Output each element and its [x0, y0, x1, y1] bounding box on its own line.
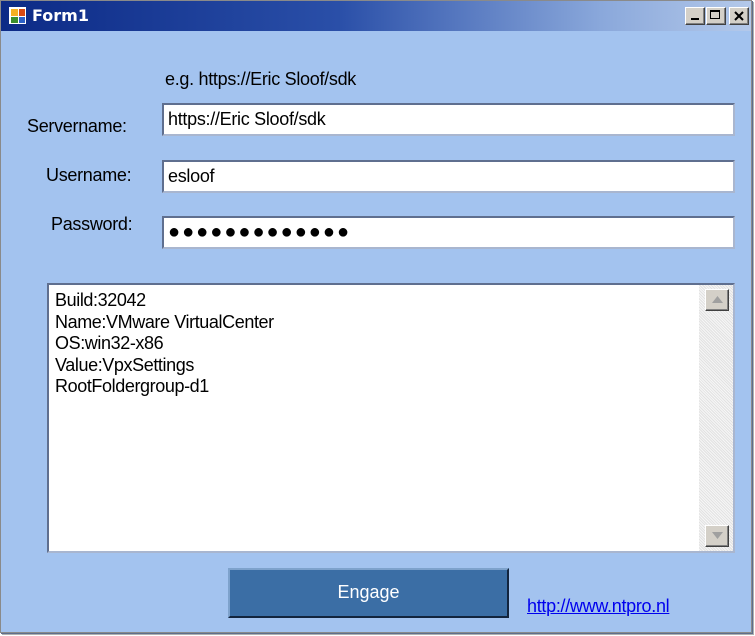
- username-label: Username:: [46, 165, 132, 185]
- form1-window: Form1 e.g. https://Eric Sloof/sdk Server…: [0, 0, 752, 633]
- title-bar[interactable]: Form1: [1, 1, 751, 31]
- servername-input[interactable]: [162, 103, 735, 136]
- app-form-icon[interactable]: [9, 7, 26, 24]
- engage-button[interactable]: Engage: [228, 568, 509, 618]
- vertical-scrollbar[interactable]: [699, 285, 733, 551]
- ntpro-link[interactable]: http://www.ntpro.nl: [527, 596, 670, 617]
- password-label: Password:: [51, 214, 133, 234]
- arrow-up-icon: [712, 296, 723, 303]
- close-icon: [734, 11, 744, 21]
- password-input[interactable]: [162, 216, 735, 249]
- maximize-button[interactable]: [706, 7, 726, 25]
- servername-hint: e.g. https://Eric Sloof/sdk: [165, 69, 356, 89]
- close-button[interactable]: [729, 7, 749, 25]
- output-line: OS:win32-x86: [55, 333, 164, 353]
- output-line: RootFoldergroup-d1: [55, 376, 209, 396]
- output-lines: Build:32042 Name:VMware VirtualCenter OS…: [55, 290, 274, 398]
- output-line: Value:VpxSettings: [55, 354, 194, 375]
- output-line: Build:32042: [55, 290, 146, 310]
- output-textbox[interactable]: Build:32042 Name:VMware VirtualCenter OS…: [47, 283, 735, 553]
- output-line: Name:VMware VirtualCenter: [55, 311, 274, 332]
- scroll-down-button[interactable]: [705, 525, 729, 547]
- username-input[interactable]: [162, 160, 735, 193]
- minimize-button[interactable]: [685, 7, 705, 25]
- arrow-down-icon: [712, 532, 723, 539]
- servername-label: Servername:: [27, 116, 127, 136]
- scroll-up-button[interactable]: [705, 289, 729, 311]
- window-title: Form1: [32, 6, 89, 25]
